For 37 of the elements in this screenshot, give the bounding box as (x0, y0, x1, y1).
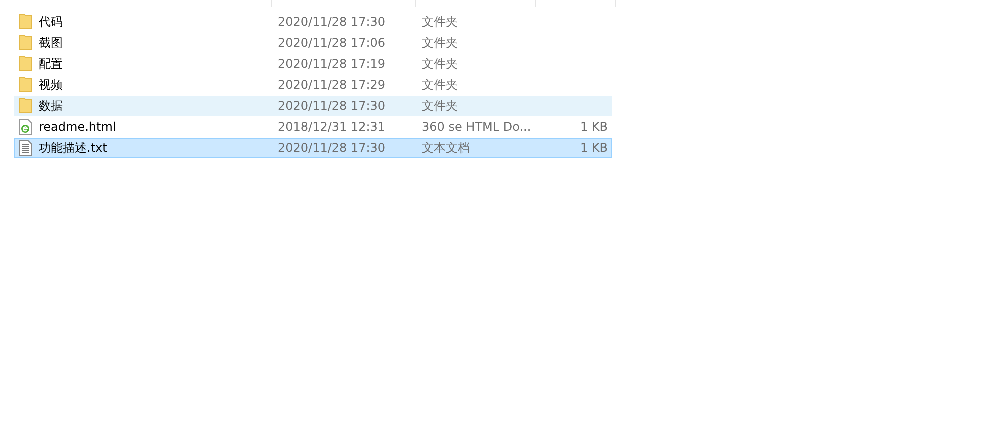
file-row[interactable]: 代码 2020/11/28 17:30 文件夹 (14, 12, 612, 32)
file-name: 功能描述.txt (39, 140, 108, 156)
modified-date: 2020/11/28 17:30 (278, 141, 387, 155)
modified-date: 2020/11/28 17:30 (278, 99, 387, 113)
file-name: 视频 (39, 76, 63, 94)
file-type: 文件夹 (422, 98, 459, 114)
document-icon (19, 119, 33, 135)
modified-date: 2020/11/28 17:30 (278, 15, 387, 29)
modified-date: 2018/12/31 12:31 (278, 120, 387, 134)
file-name: 数据 (39, 98, 63, 114)
file-name: 截图 (39, 34, 63, 52)
modified-date: 2020/11/28 17:06 (278, 36, 387, 50)
folder-icon (19, 98, 33, 114)
file-row[interactable]: 功能描述.txt 2020/11/28 17:30 文本文档 1 KB (14, 138, 612, 158)
folder-icon (19, 35, 33, 51)
file-name: 代码 (39, 14, 63, 30)
file-size: 1 KB (580, 120, 608, 134)
file-row[interactable]: readme.html 2018/12/31 12:31 360 se HTML Do... 1 KB (14, 117, 612, 137)
file-type: 文件夹 (422, 14, 459, 30)
file-size: 1 KB (580, 141, 608, 155)
file-type: 360 se HTML Do... (422, 120, 532, 134)
file-name: readme.html (39, 120, 116, 134)
folder-icon (19, 56, 33, 72)
text-file-icon (19, 140, 33, 156)
file-type: 文件夹 (422, 76, 459, 94)
modified-date: 2020/11/28 17:19 (278, 57, 387, 71)
file-row[interactable]: 视频 2020/11/28 17:29 文件夹 (14, 75, 612, 95)
file-type: 文件夹 (422, 34, 459, 52)
file-type: 文件夹 (422, 56, 459, 72)
file-row[interactable]: 配置 2020/11/28 17:19 文件夹 (14, 54, 612, 74)
folder-icon (19, 14, 33, 30)
file-row[interactable]: 数据 2020/11/28 17:30 文件夹 (14, 96, 612, 116)
file-row[interactable]: 截图 2020/11/28 17:06 文件夹 (14, 33, 612, 53)
modified-date: 2020/11/28 17:29 (278, 78, 387, 92)
file-type: 文本文档 (422, 140, 471, 156)
file-name: 配置 (39, 56, 63, 72)
folder-icon (19, 77, 33, 93)
